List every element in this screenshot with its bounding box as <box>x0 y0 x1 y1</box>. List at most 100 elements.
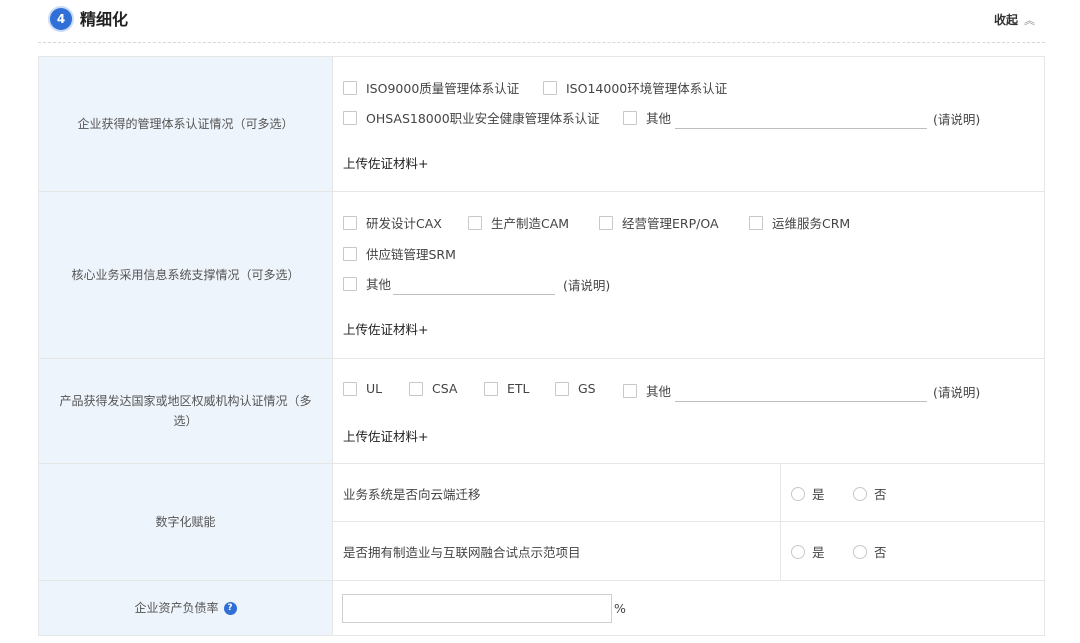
radio-no[interactable]: 否 <box>853 484 887 503</box>
upload-evidence-link[interactable]: 上传佐证材料+ <box>343 319 428 338</box>
checkbox-label: CSA <box>432 381 458 396</box>
checkbox-box[interactable] <box>555 381 569 396</box>
row-management-certification: 企业获得的管理体系认证情况（可多选） ISO9000质量管理体系认证 ISO14… <box>39 57 1044 192</box>
radio-label: 否 <box>874 545 887 560</box>
explain-note: (请说明) <box>933 112 981 127</box>
row-label: 核心业务采用信息系统支撑情况（可多选） <box>39 192 332 358</box>
collapse-button[interactable]: 收起 ︽ <box>994 11 1035 30</box>
checkbox-other[interactable]: 其他 <box>343 274 391 293</box>
checkbox-ohsas18000[interactable]: OHSAS18000职业安全健康管理体系认证 <box>343 108 600 127</box>
checkbox-label: 经营管理ERP/OA <box>622 216 719 231</box>
checkbox-label: 其他 <box>646 384 672 399</box>
row-label-text: 产品获得发达国家或地区权威机构认证情况（多选） <box>59 394 312 428</box>
checkbox-other[interactable]: 其他 <box>623 108 671 127</box>
row-value: % <box>332 581 1044 635</box>
refinement-form: 企业获得的管理体系认证情况（可多选） ISO9000质量管理体系认证 ISO14… <box>38 56 1045 636</box>
checkbox-label: GS <box>578 381 596 396</box>
row-label: 企业资产负债率? <box>39 581 332 635</box>
checkbox-label: 运维服务CRM <box>772 216 851 231</box>
chevron-up-icon: ︽ <box>1024 14 1035 27</box>
question-internet-pilot: 是否拥有制造业与互联网融合试点示范项目 是 否 <box>333 522 1044 580</box>
checkbox-box[interactable] <box>599 215 613 230</box>
checkbox-label: OHSAS18000职业安全健康管理体系认证 <box>366 111 600 126</box>
checkbox-box[interactable] <box>343 381 357 396</box>
checkbox-label: 其他 <box>366 277 392 292</box>
help-icon[interactable]: ? <box>223 601 237 615</box>
row-product-certification: 产品获得发达国家或地区权威机构认证情况（多选） UL CSA ETL GS 其他… <box>39 359 1044 464</box>
upload-evidence-link[interactable]: 上传佐证材料+ <box>343 153 428 172</box>
checkbox-label: ETL <box>507 381 530 396</box>
radio-circle[interactable] <box>853 486 867 501</box>
checkbox-box[interactable] <box>343 276 357 291</box>
column-divider <box>780 464 781 521</box>
checkbox-box[interactable] <box>343 80 357 95</box>
checkbox-box[interactable] <box>484 381 498 396</box>
checkbox-crm[interactable]: 运维服务CRM <box>749 213 850 232</box>
radio-yes[interactable]: 是 <box>791 484 825 503</box>
checkbox-production-cam[interactable]: 生产制造CAM <box>468 213 569 232</box>
checkbox-label: 供应链管理SRM <box>366 247 456 262</box>
row-label-text: 核心业务采用信息系统支撑情况（可多选） <box>71 268 300 282</box>
other-explain-input[interactable] <box>393 273 555 295</box>
row-value: UL CSA ETL GS 其他 (请说明) 上传佐证材料+ <box>332 359 1044 463</box>
checkbox-label: UL <box>366 381 383 396</box>
row-label: 企业获得的管理体系认证情况（可多选） <box>39 57 332 191</box>
step-number-badge: 4 <box>50 8 72 30</box>
checkbox-label: ISO9000质量管理体系认证 <box>366 81 520 96</box>
column-divider <box>780 522 781 580</box>
other-explain-input[interactable] <box>675 380 927 402</box>
checkbox-label: 生产制造CAM <box>491 216 570 231</box>
radio-circle[interactable] <box>853 544 867 559</box>
radio-label: 否 <box>874 487 887 502</box>
checkbox-iso14000[interactable]: ISO14000环境管理体系认证 <box>543 78 727 97</box>
checkbox-box[interactable] <box>343 246 357 261</box>
section-divider <box>38 42 1045 43</box>
checkbox-etl[interactable]: ETL <box>484 381 530 396</box>
radio-yes[interactable]: 是 <box>791 542 825 561</box>
upload-evidence-link[interactable]: 上传佐证材料+ <box>343 426 428 445</box>
row-information-system: 核心业务采用信息系统支撑情况（可多选） 研发设计CAX 生产制造CAM 经营管理… <box>39 192 1044 359</box>
checkbox-box[interactable] <box>543 80 557 95</box>
checkbox-ul[interactable]: UL <box>343 381 382 396</box>
checkbox-label: ISO14000环境管理体系认证 <box>566 81 728 96</box>
row-value: ISO9000质量管理体系认证 ISO14000环境管理体系认证 OHSAS18… <box>332 57 1044 191</box>
question-text: 业务系统是否向云端迁移 <box>343 487 481 502</box>
radio-circle[interactable] <box>791 544 805 559</box>
checkbox-box[interactable] <box>409 381 423 396</box>
section-title: 精细化 <box>80 10 129 29</box>
checkbox-other[interactable]: 其他 <box>623 381 671 400</box>
checkbox-csa[interactable]: CSA <box>409 381 457 396</box>
row-label-text: 企业资产负债率 <box>134 601 219 615</box>
row-label-text: 企业获得的管理体系认证情况（可多选） <box>77 117 294 131</box>
checkbox-gs[interactable]: GS <box>555 381 596 396</box>
checkbox-rd-cax[interactable]: 研发设计CAX <box>343 213 442 232</box>
question-cloud-migration: 业务系统是否向云端迁移 是 否 <box>333 464 1044 522</box>
checkbox-box[interactable] <box>749 215 763 230</box>
collapse-label: 收起 <box>993 13 1018 27</box>
checkbox-erp-oa[interactable]: 经营管理ERP/OA <box>599 213 719 232</box>
checkbox-box[interactable] <box>623 110 637 125</box>
row-digital-empowerment: 数字化赋能 业务系统是否向云端迁移 是 否 是否拥有制造业与互联网融合试点示范项… <box>39 464 1044 581</box>
checkbox-box[interactable] <box>623 383 637 398</box>
row-label: 数字化赋能 <box>39 464 332 580</box>
checkbox-box[interactable] <box>468 215 482 230</box>
checkbox-box[interactable] <box>343 110 357 125</box>
row-value: 业务系统是否向云端迁移 是 否 是否拥有制造业与互联网融合试点示范项目 是 否 <box>332 464 1044 580</box>
explain-note: (请说明) <box>933 385 981 400</box>
row-debt-ratio: 企业资产负债率? % <box>39 581 1044 635</box>
debt-ratio-input[interactable] <box>342 594 612 623</box>
other-explain-input[interactable] <box>675 107 927 129</box>
checkbox-iso9000[interactable]: ISO9000质量管理体系认证 <box>343 78 519 97</box>
checkbox-label: 其他 <box>646 111 672 126</box>
checkbox-srm[interactable]: 供应链管理SRM <box>343 244 456 263</box>
explain-note: (请说明) <box>563 278 611 293</box>
row-label: 产品获得发达国家或地区权威机构认证情况（多选） <box>39 359 332 463</box>
checkbox-label: 研发设计CAX <box>366 216 442 231</box>
row-label-text: 数字化赋能 <box>155 515 216 529</box>
section-header: 4 精细化 收起 ︽ <box>50 8 1045 34</box>
radio-label: 是 <box>812 487 825 502</box>
radio-no[interactable]: 否 <box>853 542 887 561</box>
checkbox-box[interactable] <box>343 215 357 230</box>
radio-label: 是 <box>812 545 825 560</box>
radio-circle[interactable] <box>791 486 805 501</box>
